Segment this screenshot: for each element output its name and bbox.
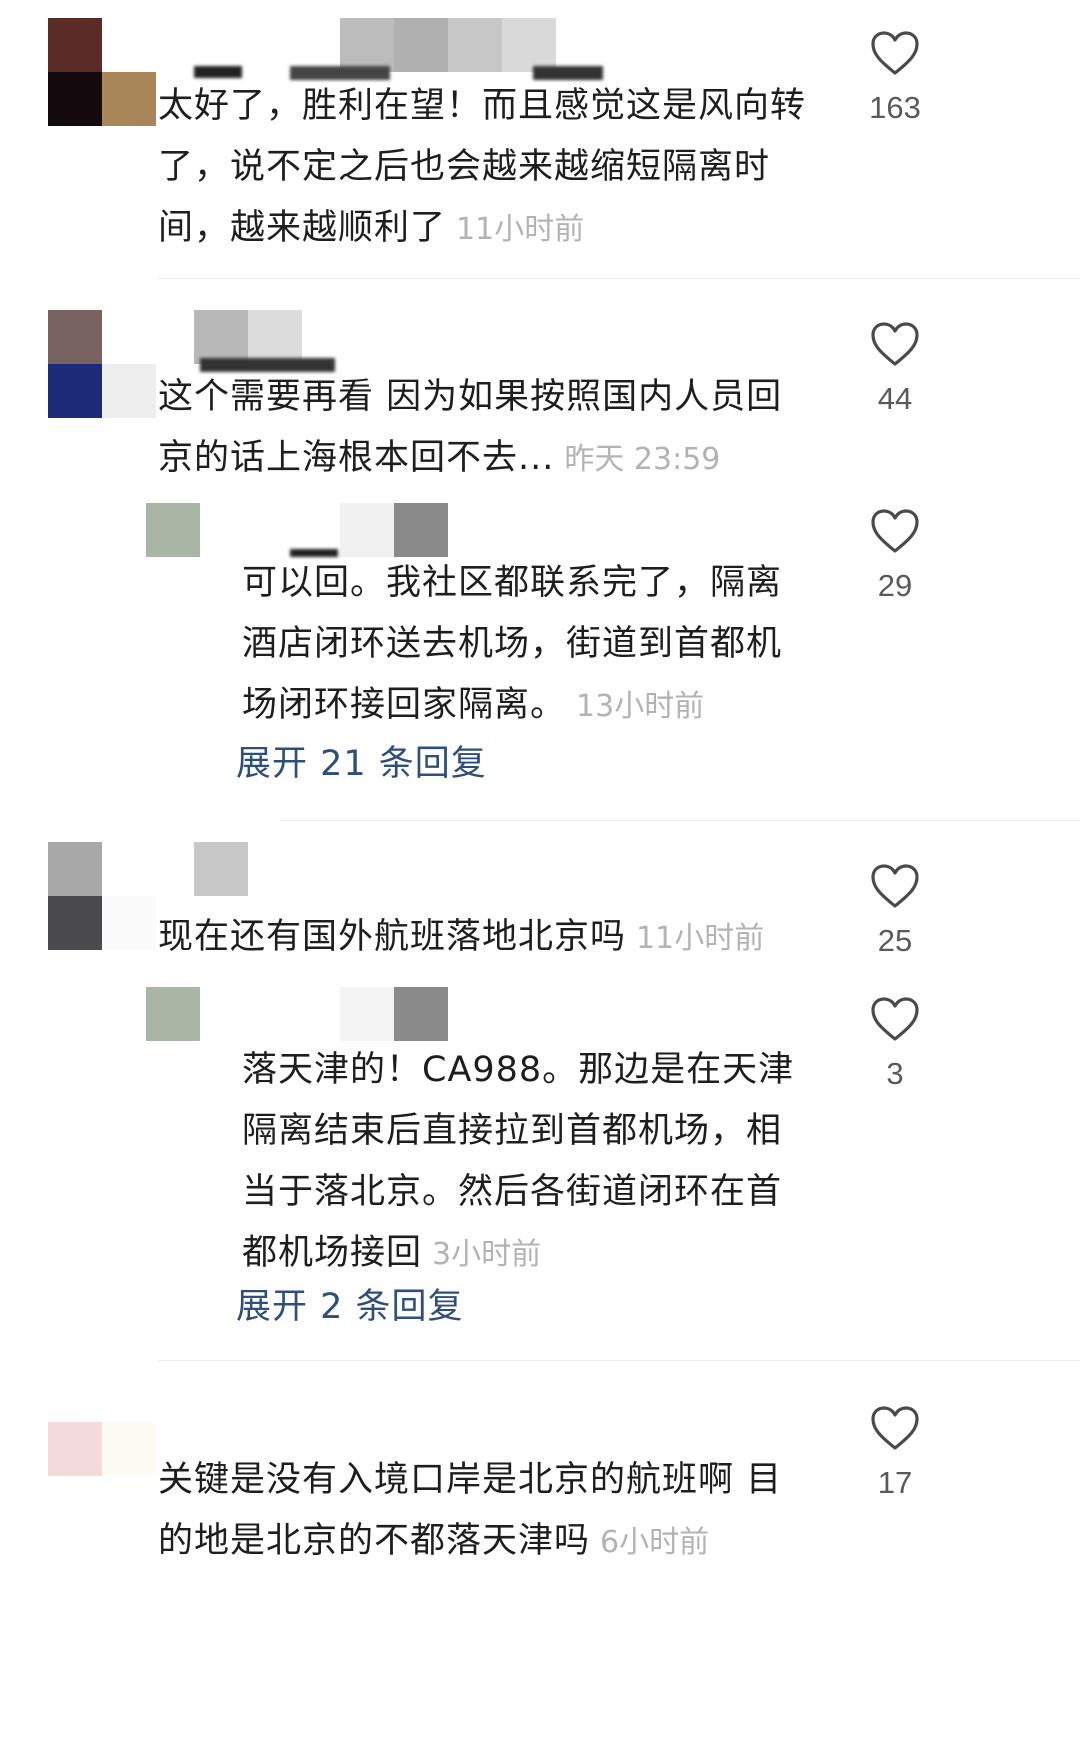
comment-text: 现在还有国外航班落地北京吗 bbox=[158, 917, 627, 957]
like-button[interactable]: 163 bbox=[850, 30, 940, 126]
divider bbox=[158, 278, 1080, 279]
comment-time: 11小时前 bbox=[636, 921, 765, 956]
reply-avatar[interactable] bbox=[146, 987, 200, 1041]
like-count: 25 bbox=[877, 923, 913, 958]
username-redacted[interactable] bbox=[340, 18, 556, 72]
heart-outline-icon bbox=[871, 31, 919, 75]
like-count: 29 bbox=[877, 568, 913, 603]
reply-time: 13小时前 bbox=[576, 689, 705, 724]
divider bbox=[280, 820, 1080, 821]
comment-time: 6小时前 bbox=[600, 1525, 710, 1560]
heart-outline-icon bbox=[871, 1406, 919, 1450]
username-redacted[interactable] bbox=[194, 310, 302, 364]
username-redacted[interactable] bbox=[340, 987, 448, 1041]
like-count: 163 bbox=[869, 90, 921, 125]
username-redacted[interactable] bbox=[340, 503, 448, 557]
heart-outline-icon bbox=[871, 509, 919, 553]
avatar[interactable] bbox=[48, 310, 156, 418]
reply-avatar[interactable] bbox=[146, 503, 200, 557]
reply-body: 可以回。我社区都联系完了，隔离酒店闭环送去机场，街道到首都机场闭环接回家隔离。 1… bbox=[242, 553, 812, 737]
heart-outline-icon bbox=[871, 864, 919, 908]
avatar[interactable] bbox=[48, 1422, 156, 1530]
heart-outline-icon bbox=[871, 997, 919, 1041]
reply-body: 落天津的！CA988。那边是在天津隔离结束后直接拉到首都机场，相当于落北京。然后… bbox=[242, 1040, 812, 1285]
divider bbox=[158, 1360, 1080, 1361]
expand-replies-link[interactable]: 展开 21 条回复 bbox=[236, 735, 487, 786]
comment-time: 昨天 23:59 bbox=[564, 442, 721, 477]
like-count: 17 bbox=[877, 1465, 913, 1500]
comment-body: 现在还有国外航班落地北京吗 11小时前 bbox=[158, 907, 808, 969]
comment-time: 11小时前 bbox=[456, 212, 585, 247]
like-button[interactable]: 25 bbox=[850, 863, 940, 959]
avatar[interactable] bbox=[48, 842, 156, 950]
comment-body: 这个需要再看 因为如果按照国内人员回京的话上海根本回不去... 昨天 23:59 bbox=[158, 367, 808, 490]
like-count: 44 bbox=[877, 381, 913, 416]
like-count: 3 bbox=[886, 1056, 904, 1091]
like-button[interactable]: 17 bbox=[850, 1405, 940, 1501]
like-button[interactable]: 3 bbox=[850, 996, 940, 1092]
expand-replies-link[interactable]: 展开 2 条回复 bbox=[236, 1278, 464, 1329]
reply-time: 3小时前 bbox=[432, 1237, 542, 1272]
comment-body: 太好了，胜利在望！而且感觉这是风向转了，说不定之后也会越来越缩短隔离时间，越来越… bbox=[158, 76, 808, 260]
like-button[interactable]: 29 bbox=[850, 508, 940, 604]
avatar[interactable] bbox=[48, 18, 156, 126]
heart-outline-icon bbox=[871, 322, 919, 366]
comment-body: 关键是没有入境口岸是北京的航班啊 目的地是北京的不都落天津吗 6小时前 bbox=[158, 1450, 808, 1573]
username-redacted[interactable] bbox=[194, 842, 248, 896]
like-button[interactable]: 44 bbox=[850, 321, 940, 417]
